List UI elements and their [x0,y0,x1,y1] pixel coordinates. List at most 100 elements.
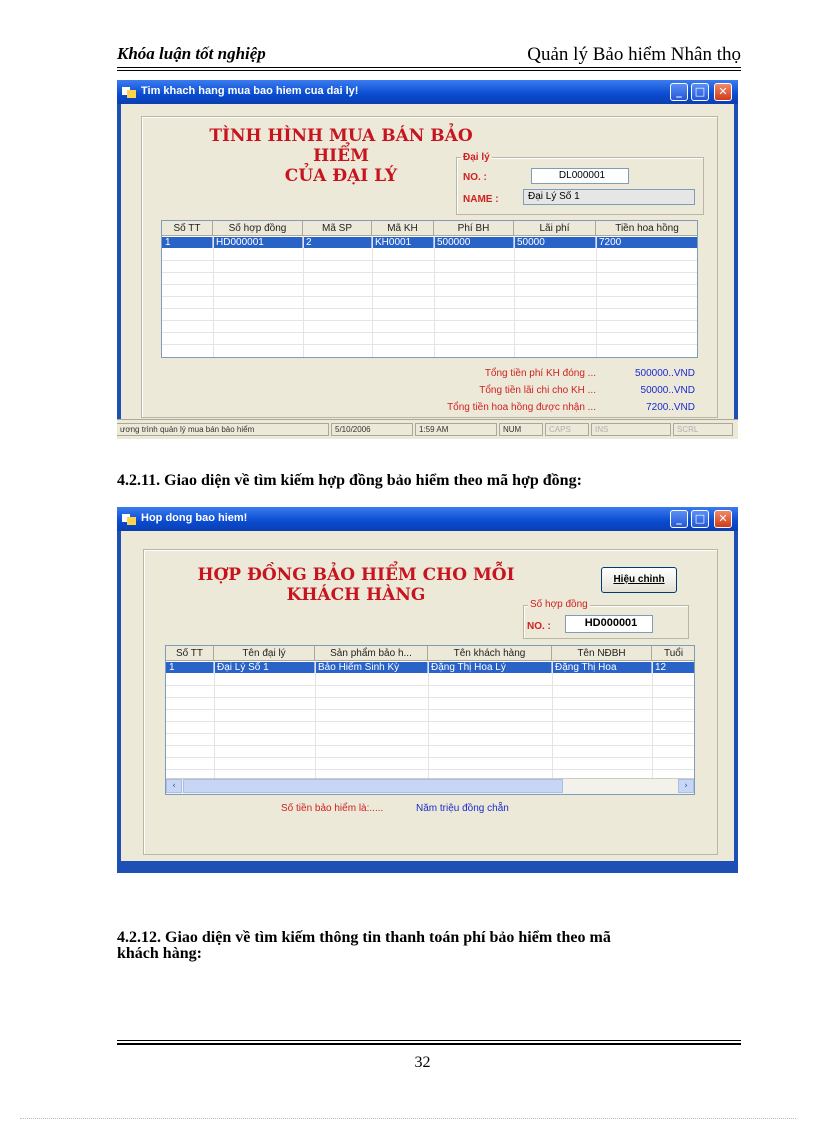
edit-button[interactable]: Hiệu chỉnh [601,567,677,593]
close-icon: ✕ [718,512,728,525]
grid-line [162,320,697,321]
table-row[interactable]: 1 Đại Lý Số 1 Bảo Hiểm Sinh Kỳ Đặng Thị … [166,662,694,673]
grid-column-line [372,236,373,357]
column-header[interactable]: Tên NĐBH [552,646,652,661]
contract-grid[interactable]: Số TT Tên đại lý Sản phẩm bảo h... Tên k… [165,645,695,795]
scroll-thumb[interactable] [183,779,563,793]
column-header[interactable]: Mã SP [303,221,372,236]
grid-line [166,745,694,746]
minimize-button[interactable]: _ [670,510,688,528]
section-heading-4-2-12-line2: khách hàng: [117,945,202,962]
grid-line [162,272,697,273]
report-title: TÌNH HÌNH MUA BÁN BẢO HIỂM CỦA ĐẠI LÝ [191,126,491,186]
grid-line [162,260,697,261]
total-interest-value: 50000..VND [640,385,695,396]
grid-column-line [434,236,435,357]
page-number: 32 [414,1054,431,1071]
grid-column-line [214,661,215,778]
header-document-title: Quản lý Bảo hiểm Nhân thọ [527,44,741,65]
contract-no-field[interactable]: HD000001 [565,615,653,633]
agent-no-field[interactable]: DL000001 [531,168,629,184]
contract-no-label: NO. : [527,621,551,632]
table-cell: 500000 [434,237,514,248]
grid-column-line [596,236,597,357]
app-icon [122,87,136,98]
table-cell: Đại Lý Số 1 [214,662,315,673]
column-header[interactable]: Tên khách hàng [428,646,552,661]
column-header[interactable]: Tuổi [652,646,694,661]
grid-column-line [213,236,214,357]
table-cell: 2 [303,237,372,248]
table-cell: Bảo Hiểm Sinh Kỳ [315,662,428,673]
grid-column-line [303,236,304,357]
table-row[interactable]: 1 HD000001 2 KH0001 500000 50000 7200 [162,237,697,248]
maximize-button[interactable]: □ [691,510,709,528]
grid-line [162,344,697,345]
title-bar[interactable]: Tim khach hang mua bao hiem cua dai ly! … [117,80,738,104]
table-cell: Đặng Thị Hoa [552,662,652,673]
report-title-line1: TÌNH HÌNH MUA BÁN BẢO HIỂM [209,126,473,166]
grid-line [166,685,694,686]
grid-line [166,769,694,770]
column-header[interactable]: Số TT [166,646,214,661]
total-premium-label: Tổng tiền phí KH đóng ... [484,368,596,379]
window-title: Tim khach hang mua bao hiem cua dai ly! [141,85,359,97]
scroll-left-button[interactable]: ‹ [166,779,182,793]
grid-column-line [315,661,316,778]
grid-line [166,697,694,698]
total-commission-label: Tổng tiền hoa hồng được nhận ... [447,402,596,413]
header-thesis-title: Khóa luận tốt nghiệp [117,44,266,63]
section-heading-4-2-11: 4.2.11. Giao diện về tìm kiếm hợp đồng b… [117,472,582,489]
insured-amount-value: Năm triệu đồng chẵn [416,803,509,814]
grid-column-line [552,661,553,778]
chevron-right-icon: › [684,781,688,791]
total-premium-value: 500000..VND [634,368,695,379]
contract-title-line1: HỢP ĐỒNG BẢO HIỂM CHO MỖI [197,565,515,585]
grid-column-line [428,661,429,778]
table-cell: 1 [162,237,213,248]
column-header[interactable]: Tiền hoa hồng [596,221,697,236]
table-cell: 1 [166,662,214,673]
column-header[interactable]: Số TT [162,221,213,236]
grid-column-line [514,236,515,357]
status-time: 1:59 AM [415,423,497,436]
section-heading-4-2-12: 4.2.12. Giao diện về tìm kiếm thông tin … [117,930,611,962]
column-header[interactable]: Sản phẩm bảo h... [315,646,428,661]
title-bar[interactable]: Hop dong bao hiem! _ □ ✕ [117,507,738,531]
maximize-icon: □ [694,512,706,525]
close-button[interactable]: ✕ [714,83,732,101]
column-header[interactable]: Lãi phí [514,221,596,236]
column-header[interactable]: Phí BH [434,221,514,236]
column-header[interactable]: Mã KH [372,221,434,236]
grid-line [162,332,697,333]
window-title: Hop dong bao hiem! [141,512,248,524]
section-heading-4-2-12-line1: 4.2.12. Giao diện về tìm kiếm thông tin … [117,929,611,946]
agent-name-field[interactable]: Đại Lý Số 1 [523,189,695,205]
horizontal-scrollbar[interactable]: ‹ › [166,778,694,794]
table-cell: 7200 [596,237,697,248]
column-header[interactable]: Tên đại lý [214,646,315,661]
grid-line [162,296,697,297]
chevron-left-icon: ‹ [172,781,176,791]
scroll-right-button[interactable]: › [678,779,694,793]
footer-rule [117,1040,741,1041]
column-header[interactable]: Số hợp đồng [213,221,303,236]
sales-grid[interactable]: Số TT Số hợp đồng Mã SP Mã KH Phí BH Lãi… [161,220,698,358]
status-date: 5/10/2006 [331,423,413,436]
status-caps: CAPS [545,423,589,436]
status-bar: ương trình quản lý mua bán bảo hiểm 5/10… [117,419,738,439]
status-message: ương trình quản lý mua bán bảo hiểm [117,423,329,436]
window-client-area: HỢP ĐỒNG BẢO HIỂM CHO MỖI KHÁCH HÀNG Hiệ… [121,531,734,861]
table-cell: 12 [652,662,694,673]
grid-line [166,733,694,734]
minimize-icon: _ [676,85,682,98]
edit-button-label: Hiệu chỉnh [613,574,665,585]
total-interest-label: Tổng tiền lãi chi cho KH ... [479,385,596,396]
grid-line [162,284,697,285]
close-button[interactable]: ✕ [714,510,732,528]
contract-title: HỢP ĐỒNG BẢO HIỂM CHO MỖI KHÁCH HÀNG [191,565,521,605]
maximize-button[interactable]: □ [691,83,709,101]
contract-window: Hop dong bao hiem! _ □ ✕ HỢP ĐỒNG BẢO HI… [117,507,738,873]
minimize-button[interactable]: _ [670,83,688,101]
agent-group-label: Đại lý [461,152,492,163]
